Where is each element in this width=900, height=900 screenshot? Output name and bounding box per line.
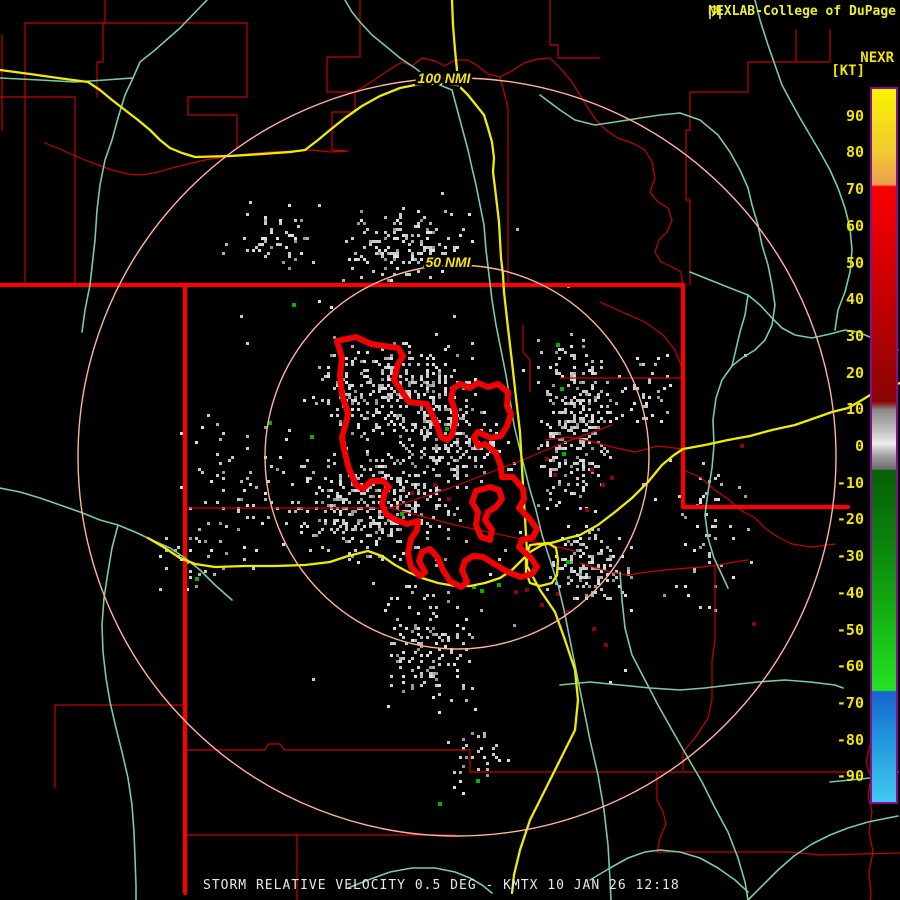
- colorbar-tick: -40: [836, 583, 864, 602]
- colorbar-tick: 0: [854, 437, 864, 455]
- colorbar-tick: -70: [836, 693, 864, 712]
- colorbar-tick: 20: [845, 363, 864, 382]
- colorbar-tick: 50: [845, 253, 864, 272]
- colorbar-tick: -20: [836, 510, 864, 529]
- range-ring-50-label: 50 NMI: [425, 254, 471, 270]
- colorbar-tick: 80: [845, 143, 864, 162]
- colorbar-gradient: [872, 89, 896, 802]
- colorbar-tick: 70: [845, 180, 864, 199]
- radar-map: 100 NMI 50 NMI: [0, 0, 900, 900]
- colorbar-tick: -50: [836, 620, 864, 639]
- colorbar-tick: -80: [836, 730, 864, 749]
- external-link-icon: [709, 6, 721, 19]
- radar-viewer: 100 NMI 50 NMI NEXLAB-College of DuPage …: [0, 0, 900, 900]
- colorbar-tick: 90: [845, 106, 864, 125]
- colorbar-product-label: NEXR: [860, 50, 894, 66]
- colorbar-tick: 10: [845, 400, 864, 419]
- product-status-text: STORM RELATIVE VELOCITY 0.5 DEG - KMTX 1…: [203, 878, 680, 893]
- colorbar-tick: 60: [845, 216, 864, 235]
- colorbar-tick: -30: [836, 547, 864, 566]
- colorbar-tick: -60: [836, 657, 864, 676]
- velocity-colorbar: [870, 87, 898, 804]
- colorbar-units-label: [KT]: [831, 63, 865, 79]
- colorbar-tick: 30: [845, 326, 864, 345]
- brand-text: NEXLAB-College of DuPage: [708, 4, 896, 19]
- colorbar-tick: -10: [836, 473, 864, 492]
- colorbar-tick: -90: [836, 767, 864, 786]
- range-ring-100-label: 100 NMI: [418, 70, 472, 86]
- colorbar-tick: 40: [845, 290, 864, 309]
- brand-banner: NEXLAB-College of DuPage: [708, 4, 896, 19]
